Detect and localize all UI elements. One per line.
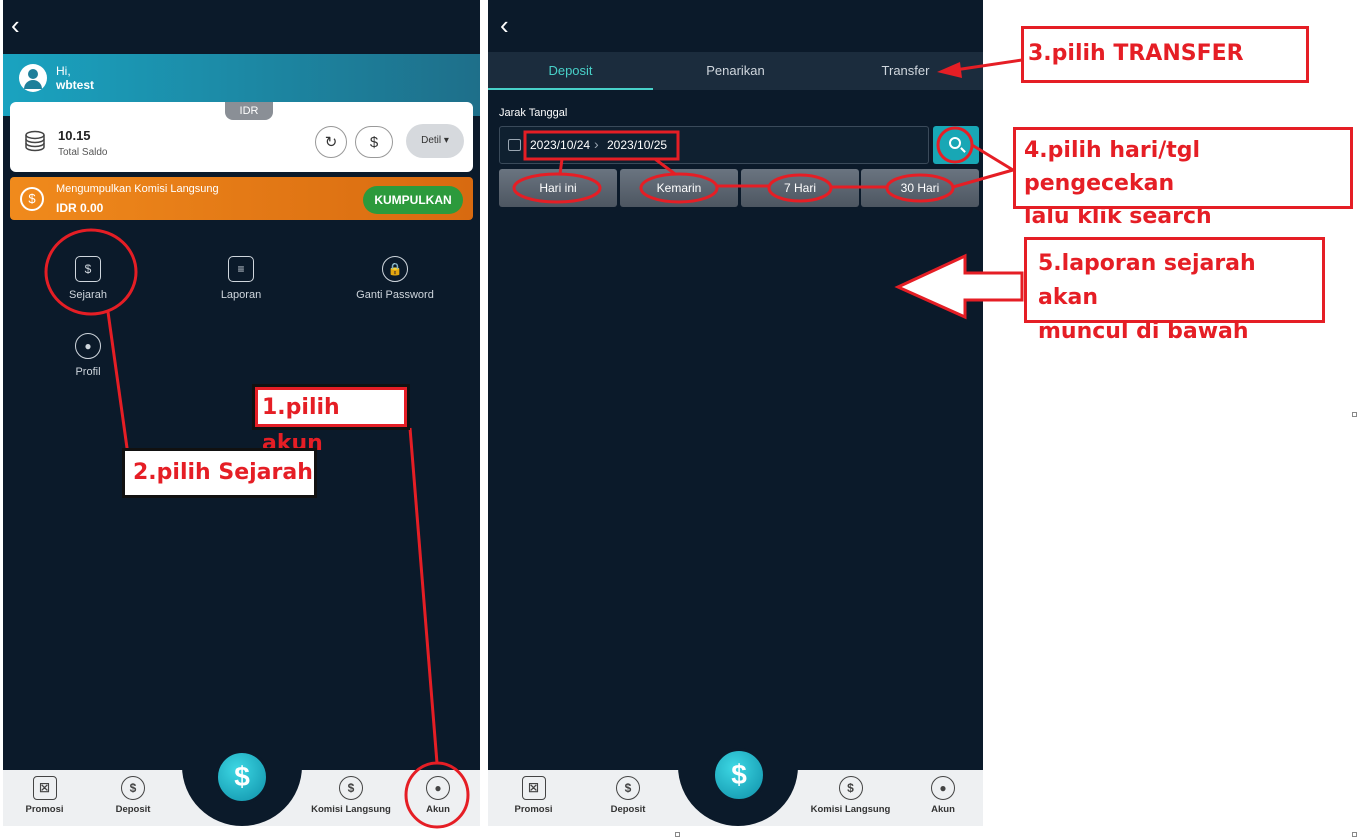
annotation-step3: 3.pilih TRANSFER — [1021, 26, 1309, 83]
connector-yesterday — [654, 157, 676, 176]
annotation-step1-text: 1.pilih akun — [255, 387, 407, 456]
resize-handle[interactable] — [1352, 412, 1357, 417]
annotation-step5: 5.laporan sejarah akan muncul di bawah — [1024, 237, 1325, 344]
connector-today — [558, 158, 564, 175]
transfer-arrow-head — [937, 62, 962, 78]
annotation-step4: 4.pilih hari/tgl pengecekan lalu klik se… — [1013, 127, 1353, 229]
range-connector — [952, 168, 1014, 189]
annotation-step5-line2: muncul di bawah — [1038, 319, 1249, 344]
annotation-step1: 1.pilih akun — [252, 384, 410, 456]
today-highlight — [512, 172, 602, 204]
7days-highlight — [767, 173, 833, 203]
transfer-arrow-line — [954, 58, 1023, 72]
search-connector — [971, 143, 1014, 172]
sejarah-connector — [106, 311, 130, 456]
30days-highlight — [885, 173, 955, 203]
annotation-overlay — [44, 58, 1024, 829]
search-highlight — [936, 126, 974, 164]
resize-handle[interactable] — [1352, 832, 1357, 837]
results-arrow-icon — [894, 253, 1024, 320]
screenshot-canvas: ‹ Hi, wbtest IDR 10.15 Total Saldo ↻ $ D… — [0, 0, 1362, 839]
akun-connector — [408, 427, 439, 764]
date-highlight — [523, 130, 680, 161]
annotation-step2-text: 2.pilih Sejarah — [133, 460, 313, 485]
akun-highlight — [404, 761, 470, 829]
annotation-step3-text: 3.pilih TRANSFER — [1028, 41, 1244, 66]
annotation-step5-line1: 5.laporan sejarah akan — [1038, 251, 1256, 310]
annotation-step2: 2.pilih Sejarah — [122, 448, 317, 498]
sejarah-highlight — [44, 228, 138, 316]
yesterday-highlight — [639, 172, 719, 204]
annotation-step4-line1: 4.pilih hari/tgl pengecekan — [1024, 138, 1201, 196]
resize-handle[interactable] — [675, 832, 680, 837]
annotation-step4-line2: lalu klik search — [1024, 204, 1212, 229]
